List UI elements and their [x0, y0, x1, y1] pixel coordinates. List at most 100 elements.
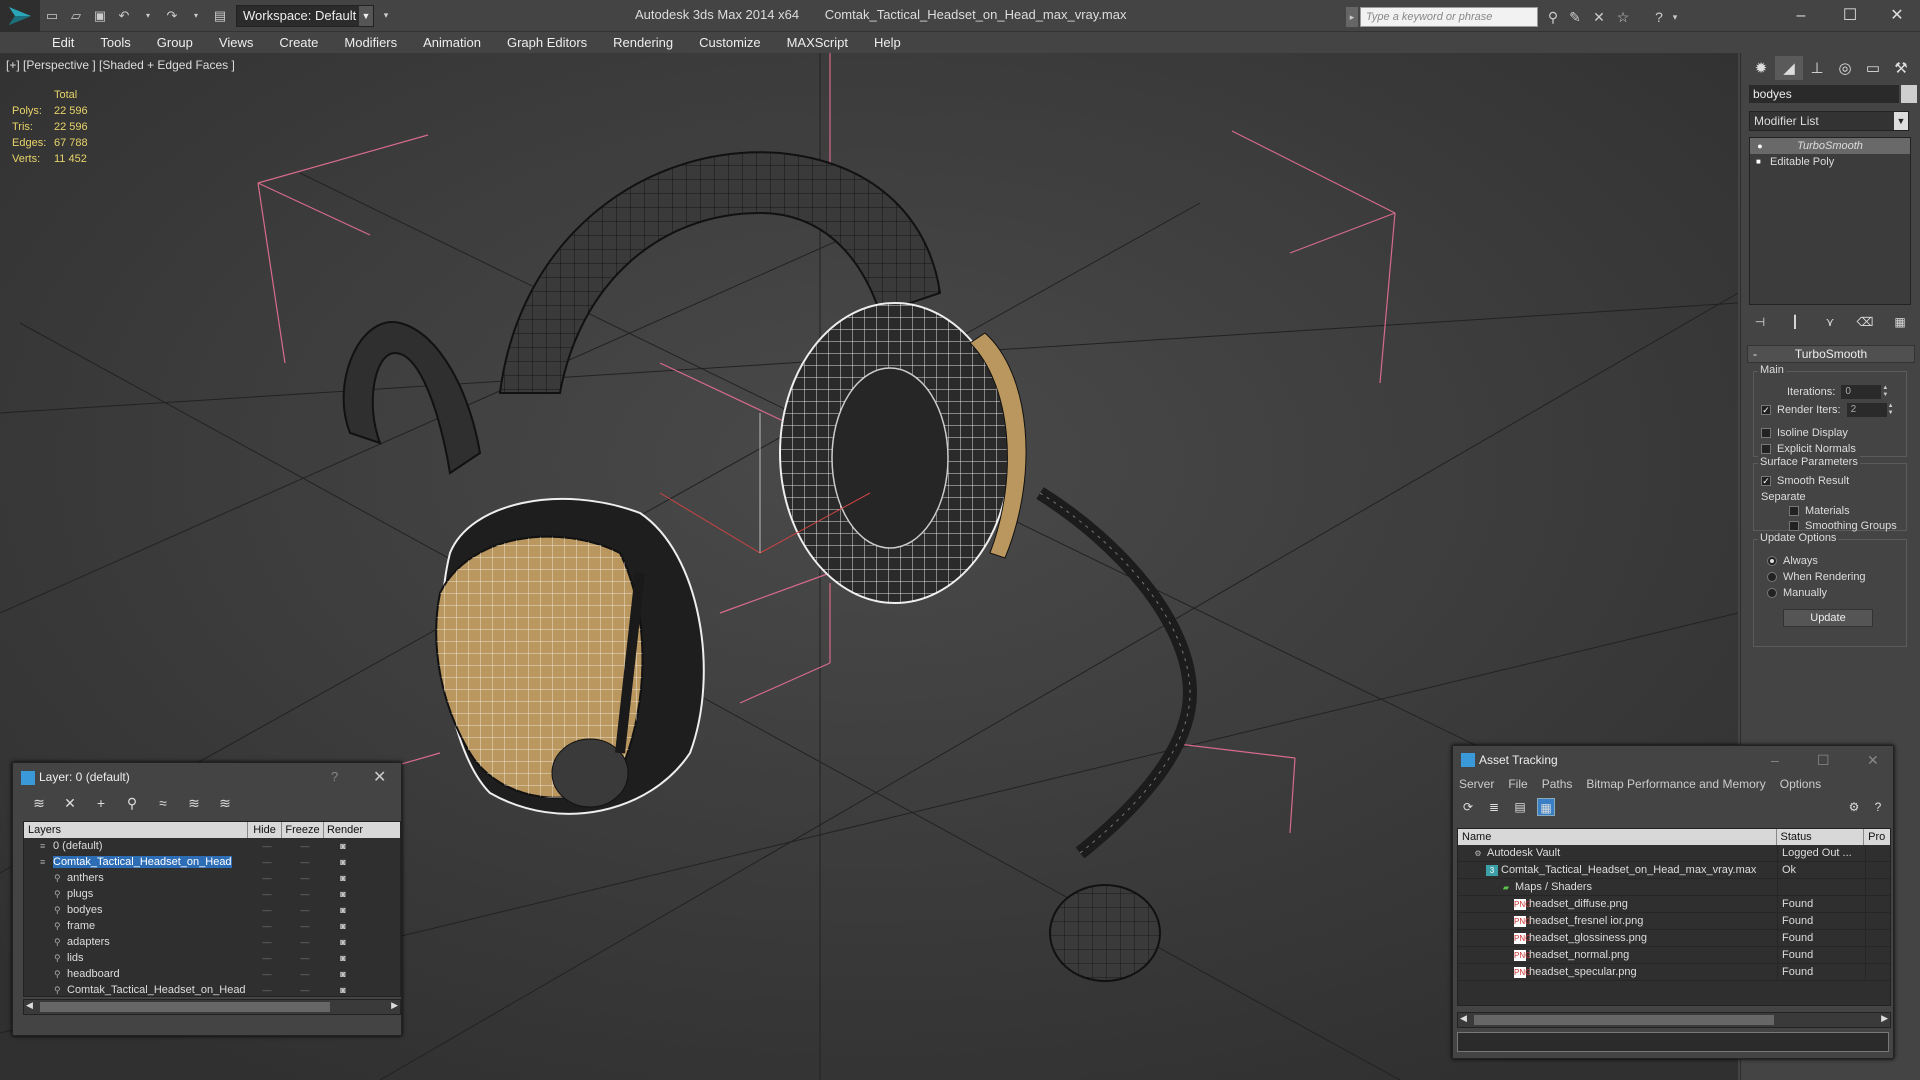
binoculars-icon[interactable]: ⚲ — [1544, 8, 1562, 26]
search-input[interactable]: Type a keyword or phrase — [1360, 7, 1538, 27]
layer-row[interactable]: ⚲ lids — — ◙ — [24, 950, 400, 966]
column-pro[interactable]: Pro — [1864, 829, 1890, 845]
freeze-toggle-icon[interactable]: — — [286, 950, 324, 966]
when-rendering-radio[interactable] — [1767, 572, 1777, 582]
spinner-arrows-icon[interactable]: ▲ ▼ — [1887, 403, 1895, 417]
make-unique-icon[interactable]: ⋎ — [1819, 311, 1841, 333]
render-toggle-icon[interactable]: ◙ — [324, 950, 362, 966]
hide-toggle-icon[interactable]: — — [248, 918, 286, 934]
communication-icon[interactable]: ✕ — [1590, 8, 1608, 26]
motion-tab-icon[interactable]: ◎ — [1831, 56, 1859, 80]
maximize-icon[interactable]: ☐ — [1817, 746, 1830, 774]
column-freeze[interactable]: Freeze — [282, 822, 324, 838]
lightbulb-icon[interactable]: ● — [1756, 141, 1764, 151]
hide-toggle-icon[interactable]: — — [248, 934, 286, 950]
redo-icon[interactable]: ↷ — [162, 6, 182, 26]
column-name[interactable]: Name — [1458, 829, 1777, 845]
scroll-right-icon[interactable]: ▶ — [1881, 1013, 1888, 1024]
asset-menu-options[interactable]: Options — [1780, 777, 1821, 791]
modifier-list-dropdown[interactable]: Modifier List ▼ — [1749, 111, 1909, 131]
asset-horizontal-scrollbar[interactable]: ◀ ▶ — [1457, 1012, 1891, 1028]
asset-menu-paths[interactable]: Paths — [1542, 777, 1573, 791]
help-icon[interactable]: ? — [1869, 798, 1887, 816]
hide-toggle-icon[interactable]: — — [248, 886, 286, 902]
layer-dialog-titlebar[interactable]: Layer: 0 (default) ? ✕ — [13, 763, 401, 791]
hide-toggle-icon[interactable]: — — [248, 838, 286, 854]
freeze-toggle-icon[interactable]: — — [286, 870, 324, 886]
asset-row[interactable]: PNGheadset_fresnel ior.png Found — [1458, 913, 1890, 930]
stack-item-editable-poly[interactable]: ■ Editable Poly — [1750, 154, 1910, 170]
freeze-toggle-icon[interactable]: — — [286, 918, 324, 934]
asset-row[interactable]: ⚙ Autodesk Vault Logged Out ... — [1458, 845, 1890, 862]
render-iters-spinner[interactable]: 2 — [1846, 403, 1887, 417]
menu-tools[interactable]: Tools — [100, 35, 130, 50]
close-icon[interactable]: ✕ — [373, 767, 386, 787]
viewport-label[interactable]: [+] [Perspective ] [Shaded + Edged Faces… — [6, 58, 235, 72]
asset-menu-file[interactable]: File — [1508, 777, 1527, 791]
pin-stack-icon[interactable]: ⊣ — [1749, 311, 1771, 333]
favorites-star-icon[interactable]: ☆ — [1614, 8, 1632, 26]
app-logo-icon[interactable] — [0, 0, 40, 32]
search-expand-icon[interactable]: ▸ — [1346, 7, 1358, 27]
asset-menu-bitmap[interactable]: Bitmap Performance and Memory — [1586, 777, 1765, 791]
menu-graph-editors[interactable]: Graph Editors — [507, 35, 587, 50]
freeze-toggle-icon[interactable]: — — [286, 854, 324, 870]
redo-dropdown-icon[interactable]: ▾ — [186, 6, 206, 26]
asset-row[interactable]: ▰ Maps / Shaders — [1458, 879, 1890, 896]
menu-maxscript[interactable]: MAXScript — [787, 35, 848, 50]
open-file-icon[interactable]: ▱ — [66, 6, 86, 26]
table-view-icon[interactable]: ▤ — [1511, 798, 1529, 816]
hide-toggle-icon[interactable]: — — [248, 982, 286, 998]
expand-box-icon[interactable]: ■ — [1756, 157, 1764, 167]
asset-row[interactable]: PNGheadset_specular.png Found — [1458, 964, 1890, 981]
render-toggle-icon[interactable]: ◙ — [324, 886, 362, 902]
layer-row[interactable]: ⚲ anthers — — ◙ — [24, 870, 400, 886]
configure-modifier-sets-icon[interactable]: ▦ — [1889, 311, 1911, 333]
freeze-toggle-icon[interactable]: — — [286, 838, 324, 854]
menu-edit[interactable]: Edit — [52, 35, 74, 50]
utilities-tab-icon[interactable]: ⚒ — [1887, 56, 1915, 80]
highlight-layer-icon[interactable]: ≈ — [151, 793, 175, 813]
isoline-checkbox[interactable] — [1761, 428, 1771, 438]
layer-row[interactable]: ⚲ bodyes — — ◙ — [24, 902, 400, 918]
render-iters-checkbox[interactable]: ✓ — [1761, 405, 1771, 415]
smoothing-groups-checkbox[interactable] — [1789, 521, 1799, 531]
menu-create[interactable]: Create — [279, 35, 318, 50]
render-toggle-icon[interactable]: ◙ — [324, 918, 362, 934]
asset-row[interactable]: PNGheadset_glossiness.png Found — [1458, 930, 1890, 947]
show-end-result-icon[interactable]: ┃ — [1784, 311, 1806, 333]
render-toggle-icon[interactable]: ◙ — [324, 838, 362, 854]
grid-view-icon[interactable]: ▦ — [1537, 798, 1555, 816]
menu-group[interactable]: Group — [157, 35, 193, 50]
column-status[interactable]: Status — [1777, 829, 1865, 845]
asset-row[interactable]: PNGheadset_diffuse.png Found — [1458, 896, 1890, 913]
hide-toggle-icon[interactable]: — — [248, 950, 286, 966]
remove-modifier-icon[interactable]: ⌫ — [1854, 311, 1876, 333]
create-layer-icon[interactable]: ≋ — [27, 793, 51, 813]
object-name-field[interactable]: bodyes — [1749, 85, 1899, 103]
iterations-spinner[interactable]: 0 — [1841, 385, 1882, 399]
create-tab-icon[interactable]: ✹ — [1747, 56, 1775, 80]
server-icon[interactable]: ⚙ — [1845, 798, 1863, 816]
render-toggle-icon[interactable]: ◙ — [324, 982, 362, 998]
layer-row[interactable]: ⚲ adapters — — ◙ — [24, 934, 400, 950]
materials-checkbox[interactable] — [1789, 506, 1799, 516]
scroll-right-icon[interactable]: ▶ — [391, 1000, 398, 1011]
spinner-arrows-icon[interactable]: ▲ ▼ — [1881, 385, 1889, 399]
scrollbar-thumb[interactable] — [1474, 1015, 1774, 1025]
layer-row[interactable]: ⚲ headboard — — ◙ — [24, 966, 400, 982]
close-icon[interactable]: ✕ — [1867, 746, 1879, 774]
help-dropdown-icon[interactable]: ▾ — [1666, 8, 1684, 26]
help-icon[interactable]: ? — [331, 769, 338, 784]
render-toggle-icon[interactable]: ◙ — [324, 854, 362, 870]
quick-access-dropdown-icon[interactable]: ▾ — [376, 6, 396, 26]
freeze-toggle-icon[interactable]: — — [286, 934, 324, 950]
column-render[interactable]: Render — [324, 822, 366, 838]
column-hide[interactable]: Hide — [248, 822, 282, 838]
subscription-icon[interactable]: ✎ — [1566, 8, 1584, 26]
workspace-dropdown[interactable]: Workspace: Default ▼ — [236, 4, 374, 27]
add-to-layer-icon[interactable]: + — [89, 793, 113, 813]
scroll-left-icon[interactable]: ◀ — [1460, 1013, 1467, 1024]
refresh-icon[interactable]: ⟳ — [1459, 798, 1477, 816]
list-view-icon[interactable]: ≣ — [1485, 798, 1503, 816]
